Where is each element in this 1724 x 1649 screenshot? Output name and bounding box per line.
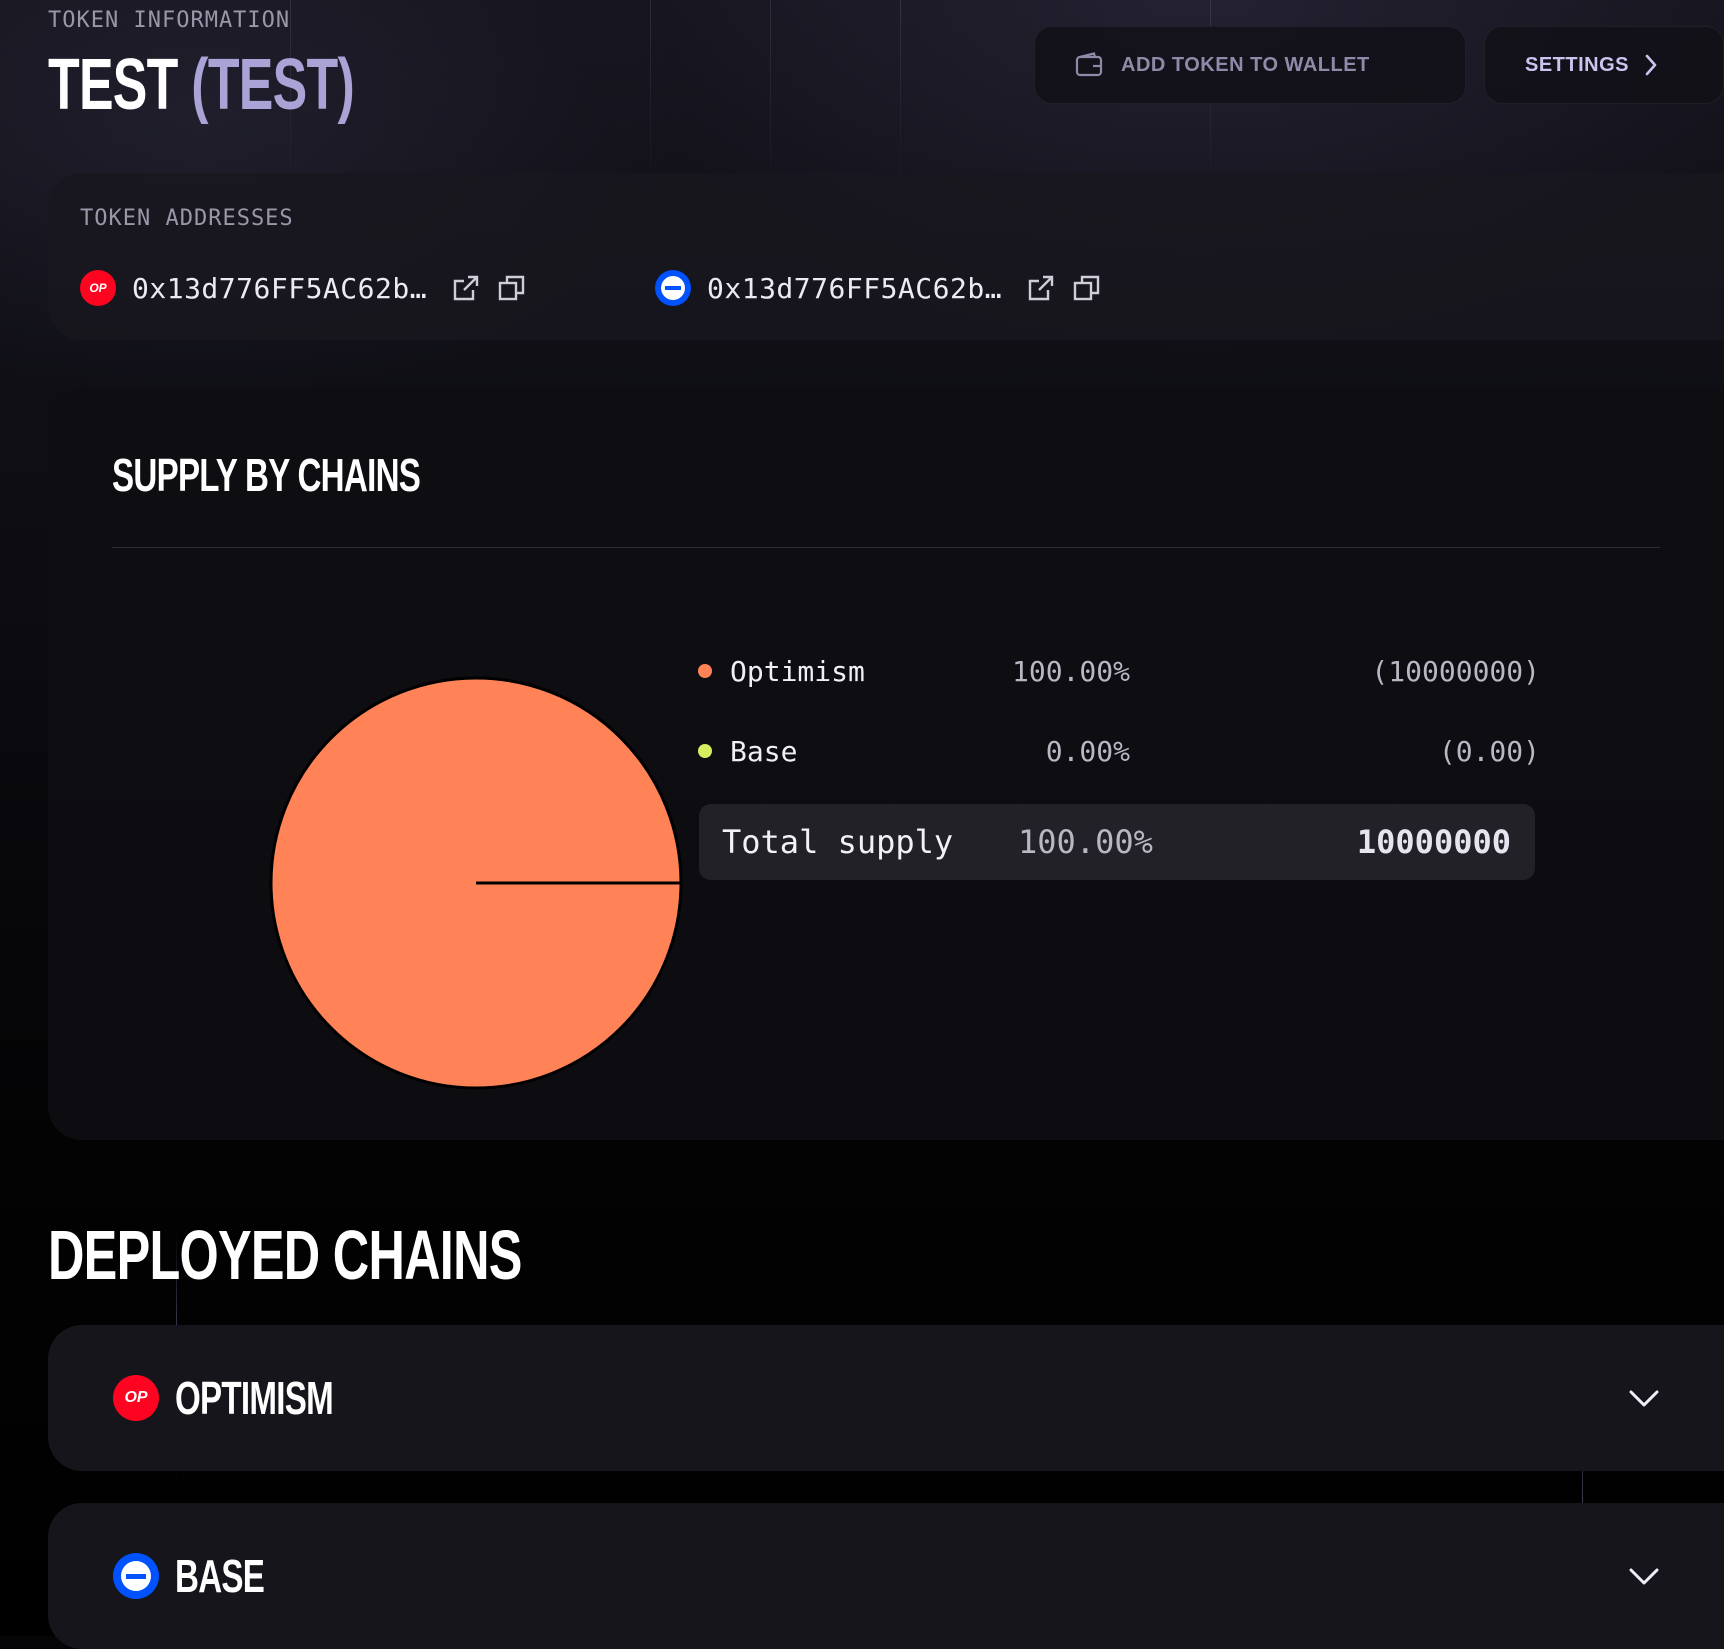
total-supply-percent: 100.00% — [1018, 823, 1153, 861]
chain-name: BASE — [175, 1550, 265, 1602]
address-item-optimism: OP 0x13d776FF5AC62b… — [80, 268, 541, 308]
external-link-icon[interactable] — [449, 271, 483, 305]
address-value: 0x13d776FF5AC62b… — [132, 271, 428, 305]
legend-color-dot — [698, 744, 712, 758]
supply-by-chains-card: SUPPLY BY CHAINS Optimism 100.00% (1000000… — [48, 388, 1724, 1140]
page-title: TEST (TEST) — [48, 40, 473, 130]
optimism-logo-icon: OP — [113, 1375, 159, 1421]
legend-amount: (10000000) — [1371, 654, 1540, 688]
page-eyebrow: TOKEN INFORMATION — [48, 8, 291, 33]
token-symbol: (TEST) — [191, 45, 354, 125]
total-supply-label: Total supply — [722, 823, 954, 861]
token-addresses-label: TOKEN ADDRESSES — [80, 206, 294, 231]
supply-pie-chart — [269, 676, 683, 1090]
legend-amount: (0.00) — [1438, 734, 1540, 768]
copy-icon[interactable] — [495, 271, 529, 305]
chain-name: OPTIMISM — [175, 1372, 334, 1424]
chain-row-base[interactable]: BASE — [48, 1503, 1724, 1649]
settings-button[interactable]: SETTINGS — [1484, 26, 1724, 104]
settings-label: SETTINGS — [1525, 53, 1630, 76]
legend-label: Optimism — [730, 654, 865, 688]
copy-icon[interactable] — [1070, 271, 1104, 305]
total-supply-row: Total supply 100.00% 10000000 — [699, 804, 1535, 880]
chain-row-optimism[interactable]: OP OPTIMISM — [48, 1325, 1724, 1471]
chevron-right-icon — [1645, 54, 1657, 76]
address-item-base: 0x13d776FF5AC62b… — [655, 268, 1116, 308]
legend-item-optimism: Optimism 100.00% (10000000) — [698, 643, 1562, 699]
divider — [112, 547, 1660, 548]
optimism-logo-icon: OP — [80, 270, 116, 306]
legend-percent: 100.00% — [1011, 654, 1130, 688]
total-supply-amount: 10000000 — [1356, 823, 1511, 861]
add-token-to-wallet-label: ADD TOKEN TO WALLET — [1121, 53, 1370, 76]
base-logo-icon — [113, 1553, 159, 1599]
wallet-icon — [1075, 52, 1103, 77]
chevron-down-icon[interactable] — [1626, 1558, 1662, 1594]
deployed-chains-title: DEPLOYED CHAINS — [48, 1216, 522, 1294]
legend-percent: 0.00% — [1045, 734, 1130, 768]
external-link-icon[interactable] — [1024, 271, 1058, 305]
token-name: TEST — [48, 45, 178, 125]
chevron-down-icon[interactable] — [1626, 1380, 1662, 1416]
base-logo-icon — [655, 270, 691, 306]
token-addresses-card: TOKEN ADDRESSES OP 0x13d776FF5AC62b… 0x1… — [48, 173, 1724, 340]
legend-label: Base — [730, 734, 798, 768]
legend-item-base: Base 0.00% (0.00) — [698, 723, 1562, 779]
supply-title: SUPPLY BY CHAINS — [112, 449, 421, 501]
legend-color-dot — [698, 664, 712, 678]
address-value: 0x13d776FF5AC62b… — [707, 271, 1003, 305]
add-token-to-wallet-button[interactable]: ADD TOKEN TO WALLET — [1034, 26, 1466, 104]
